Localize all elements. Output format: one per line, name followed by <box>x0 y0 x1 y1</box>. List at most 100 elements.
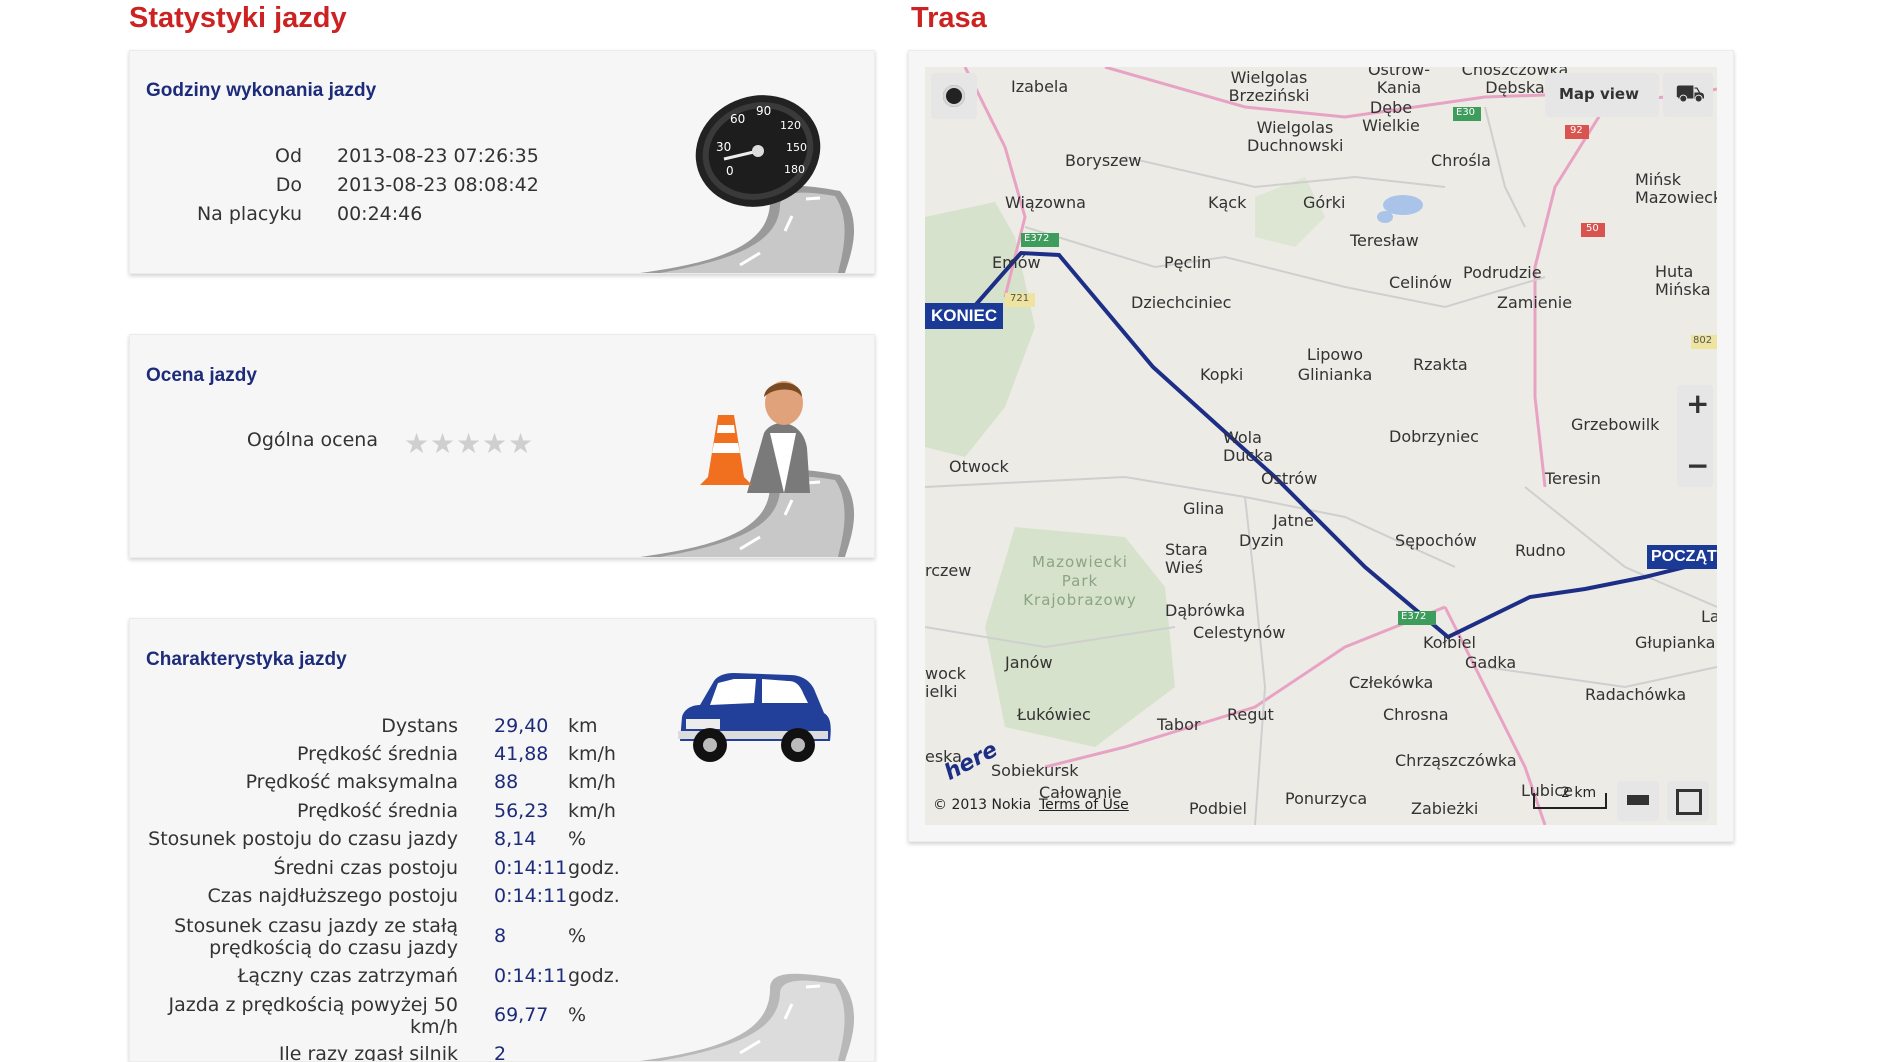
start-marker[interactable]: POCZĄTEK <box>1647 545 1717 569</box>
star-icon[interactable]: ★ <box>482 427 507 460</box>
svg-text:30: 30 <box>716 140 731 154</box>
park-label: Mazowiecki Park Krajobrazowy <box>1023 553 1137 609</box>
star-icon[interactable]: ★ <box>508 427 533 460</box>
map-place: wock ielki <box>925 664 966 701</box>
traffic-toggle-button[interactable]: ⛟ <box>1663 73 1713 117</box>
hours-panel: Godziny wykonania jazdy Od 2013-08-23 07… <box>129 50 875 274</box>
map-place: Dyzin <box>1239 531 1284 550</box>
road-badge: E372 <box>1401 611 1427 622</box>
stats-row-unit: km/h <box>568 771 616 793</box>
map-view-button[interactable]: Map view <box>1545 73 1659 117</box>
map-place: Huta Mińska <box>1655 262 1711 299</box>
map-place: Ostrów-Kania <box>1367 67 1431 97</box>
map-place: Tabor <box>1157 715 1201 734</box>
stats-row-label: Łączny czas zatrzymań <box>237 965 458 987</box>
road-badge: 50 <box>1586 223 1599 234</box>
map-place: Jatne <box>1273 511 1314 530</box>
map-place: Boryszew <box>1065 151 1142 170</box>
ruler-button[interactable] <box>1617 781 1659 821</box>
stats-row: Średni czas postoju 0:14:11 godz. <box>130 857 874 883</box>
map-place: Wielgolas Duchnowski <box>1247 118 1344 155</box>
minimap-button[interactable] <box>1667 781 1709 821</box>
stats-panel-title: Charakterystyka jazdy <box>146 649 347 670</box>
map-place: Górki <box>1303 193 1346 212</box>
zoom-out-icon[interactable]: − <box>1686 449 1709 482</box>
route-map-frame: E30 92 50 E372 721 E372 802 Mazowiecki P… <box>908 50 1734 842</box>
stats-row-unit: godz. <box>568 857 620 879</box>
stats-row-unit: km/h <box>568 743 616 765</box>
end-marker[interactable]: KONIEC <box>925 303 1004 329</box>
stats-row: Dystans 29,40 km <box>130 715 874 741</box>
rating-panel-title: Ocena jazdy <box>146 365 257 386</box>
stats-panel: Charakterystyka jazdy Dystans 29,40 km P… <box>129 618 875 1062</box>
stats-row-label: Stosunek czasu jazdy ze stałą prędkością… <box>174 915 458 959</box>
map-place: Głupianka <box>1635 633 1716 652</box>
stats-row-label: Prędkość maksymalna <box>245 771 458 793</box>
stats-row-value: 41,88 <box>494 743 549 765</box>
map-place: Teresław <box>1350 231 1419 250</box>
map-place: Człekówka <box>1349 673 1434 692</box>
stats-row-unit: % <box>568 828 587 850</box>
rating-stars[interactable]: ★ ★ ★ ★ ★ <box>404 427 544 460</box>
stats-row-value: 8 <box>494 925 507 947</box>
stats-row-label: Dystans <box>381 715 458 737</box>
map-place: Izabela <box>1011 77 1069 96</box>
map-scale: 2 km <box>1533 785 1607 809</box>
map-place: Celestynów <box>1193 623 1286 642</box>
minimap-icon <box>1676 789 1702 815</box>
map-place: Dobrzyniec <box>1389 427 1479 446</box>
map-place: Otwock <box>949 457 1009 476</box>
stats-row-value: 88 <box>494 771 519 793</box>
stats-row-value: 8,14 <box>494 828 537 850</box>
map-place: Kołbiel <box>1423 633 1476 652</box>
star-icon[interactable]: ★ <box>430 427 455 460</box>
map-place: Podbiel <box>1189 799 1247 818</box>
map-place: Zabieżki <box>1411 799 1479 818</box>
stats-row: Stosunek czasu jazdy ze stałą prędkością… <box>130 915 874 959</box>
stats-row-value: 0:14:11 <box>494 857 568 879</box>
stats-row-label: Średni czas postoju <box>273 857 458 879</box>
map-place: Chrośla <box>1431 151 1491 170</box>
stats-row: Ile razy zgasł silnik 2 <box>130 1043 874 1062</box>
star-icon[interactable]: ★ <box>456 427 481 460</box>
overall-rating-label: Ogólna ocena <box>246 429 378 451</box>
hours-row-value: 00:24:46 <box>337 203 423 225</box>
map-place: Sobiekursk <box>991 761 1079 780</box>
terms-of-use-link[interactable]: Terms of Use <box>1039 797 1129 813</box>
zoom-control[interactable]: + − <box>1677 385 1713 487</box>
stats-row-unit: km/h <box>568 800 616 822</box>
ruler-icon <box>1627 795 1649 805</box>
map-view-label: Map view <box>1559 85 1639 103</box>
map-place: Pęclin <box>1164 253 1212 272</box>
map-place: Łukówiec <box>1017 705 1091 724</box>
stats-row-label: Ile razy zgasł silnik <box>278 1043 458 1062</box>
route-map[interactable]: E30 92 50 E372 721 E372 802 Mazowiecki P… <box>925 67 1717 825</box>
map-place: Wola Ducka <box>1223 428 1274 465</box>
svg-text:150: 150 <box>786 141 807 154</box>
stats-row-label: Prędkość średnia <box>296 743 458 765</box>
map-place: Celinów <box>1389 273 1452 292</box>
map-place: Rzakta <box>1413 355 1468 374</box>
road-badge: 802 <box>1693 335 1713 346</box>
hours-row-value: 2013-08-23 07:26:35 <box>337 145 539 167</box>
map-place: rczew <box>925 561 972 580</box>
map-copyright: © 2013 Nokia <box>933 797 1032 813</box>
map-place: Dębe Wielkie <box>1362 98 1420 135</box>
map-place: Teresin <box>1545 469 1601 488</box>
instructor-cone-icon <box>700 381 810 493</box>
stats-row: Jazda z prędkością powyżej 50 km/h 69,77… <box>130 994 874 1038</box>
star-icon[interactable]: ★ <box>404 427 429 460</box>
map-place: Kopki <box>1200 365 1244 384</box>
map-place: Ponurzyca <box>1285 789 1368 808</box>
map-place: Lipowo Glinianka <box>1297 345 1373 384</box>
map-place: Wielgolas Brzeziński <box>1228 68 1310 105</box>
hours-row-value: 2013-08-23 08:08:42 <box>337 174 539 196</box>
zoom-in-icon[interactable]: + <box>1686 387 1709 420</box>
stats-row-label: Czas najdłuższego postoju <box>207 885 458 907</box>
rating-panel: Ocena jazdy Ogólna ocena ★ ★ ★ ★ ★ <box>129 334 875 558</box>
stats-row-value: 29,40 <box>494 715 549 737</box>
map-place: Kąck <box>1208 193 1247 212</box>
map-place: Emów <box>992 253 1041 272</box>
car-traffic-icon: ⛟ <box>1675 79 1706 107</box>
map-locate-button[interactable] <box>931 73 977 119</box>
